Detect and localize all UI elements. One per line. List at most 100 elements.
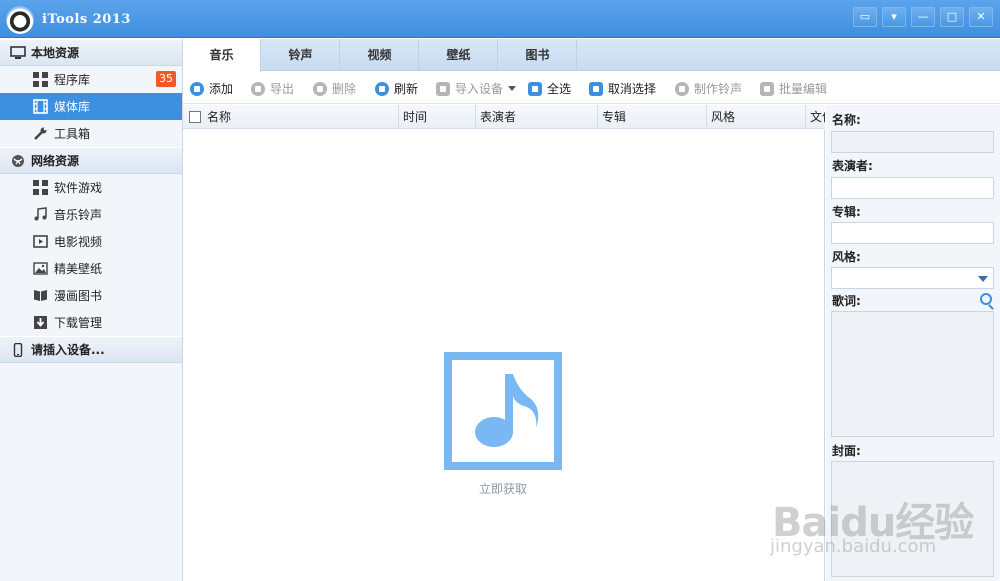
refresh-icon	[375, 81, 389, 96]
add-icon	[190, 81, 204, 96]
feedback-button[interactable]: ▭	[853, 7, 877, 27]
column-file[interactable]: 文件	[806, 105, 825, 128]
music-note-icon	[34, 207, 47, 221]
refresh-button[interactable]: 刷新	[375, 80, 418, 97]
picture-icon	[33, 262, 48, 275]
search-icon[interactable]	[980, 293, 992, 305]
column-album[interactable]: 专辑	[598, 105, 707, 128]
sidebar-item-apps-games[interactable]: 软件游戏	[0, 174, 182, 201]
export-button[interactable]: 导出	[251, 80, 294, 97]
column-artist[interactable]: 表演者	[476, 105, 598, 128]
section-label: 请插入设备...	[31, 343, 105, 357]
select-all-icon	[528, 81, 542, 96]
sidebar: 本地资源 程序库 35 媒体库 工具箱 网络资源 软件游戏 音乐铃声 电影视频 …	[0, 39, 183, 581]
sidebar-item-wallpapers[interactable]: 精美壁纸	[0, 255, 182, 282]
sidebar-item-download-manager[interactable]: 下载管理	[0, 309, 182, 336]
album-label: 专辑:	[832, 205, 861, 219]
import-device-label: 导入设备	[455, 82, 504, 96]
globe-icon	[12, 154, 24, 167]
get-music-button[interactable]	[444, 352, 562, 470]
maximize-button[interactable]: □	[940, 7, 964, 27]
section-insert-device[interactable]: 请插入设备...	[0, 336, 182, 363]
select-all-checkbox[interactable]	[189, 111, 201, 123]
name-label: 名称:	[832, 113, 861, 127]
media-tabs: 音乐 铃声 视频 壁纸 图书	[183, 39, 1000, 72]
delete-icon	[313, 81, 327, 96]
grid-icon	[33, 72, 48, 87]
deselect-icon	[589, 81, 603, 96]
tab-wallpapers[interactable]: 壁纸	[420, 39, 498, 71]
section-local-resources[interactable]: 本地资源	[0, 39, 182, 66]
chevron-down-icon[interactable]	[508, 86, 517, 91]
genre-label: 风格:	[832, 250, 861, 264]
section-network-resources[interactable]: 网络资源	[0, 147, 182, 174]
sidebar-item-label: 下载管理	[54, 316, 103, 330]
sidebar-item-label: 电影视频	[54, 235, 103, 249]
baidu-watermark: Baidu经验 jingyan.baidu.com	[762, 478, 994, 573]
watermark-sub: jingyan.baidu.com	[770, 536, 937, 557]
monitor-icon	[10, 45, 26, 59]
book-icon	[34, 290, 47, 301]
lyrics-box[interactable]	[831, 311, 994, 437]
deselect-button[interactable]: 取消选择	[589, 80, 656, 97]
artist-field[interactable]	[831, 177, 994, 199]
import-device-button[interactable]: 导入设备	[436, 80, 517, 97]
sidebar-item-music-ringtones[interactable]: 音乐铃声	[0, 201, 182, 228]
grid-icon	[33, 180, 48, 195]
section-label: 网络资源	[31, 154, 80, 168]
sidebar-item-app-library[interactable]: 程序库 35	[0, 66, 182, 93]
batch-edit-button[interactable]: 批量编辑	[760, 80, 827, 97]
sidebar-item-label: 软件游戏	[54, 181, 103, 195]
delete-button[interactable]: 删除	[313, 80, 356, 97]
phone-icon	[13, 342, 23, 357]
tab-music[interactable]: 音乐	[183, 39, 261, 72]
get-now-link[interactable]: 立即获取	[444, 480, 562, 497]
genre-select[interactable]	[831, 267, 994, 289]
import-device-icon	[436, 81, 450, 96]
album-field[interactable]	[831, 222, 994, 244]
tab-videos[interactable]: 视频	[341, 39, 419, 71]
sidebar-item-media-library[interactable]: 媒体库	[0, 93, 182, 120]
download-icon	[34, 316, 47, 329]
sidebar-item-movies-videos[interactable]: 电影视频	[0, 228, 182, 255]
music-note-icon	[475, 374, 539, 447]
cover-label: 封面:	[832, 444, 861, 458]
close-button[interactable]: ✕	[969, 7, 993, 27]
video-icon	[33, 235, 48, 248]
select-all-label: 全选	[547, 82, 572, 96]
tab-ringtones[interactable]: 铃声	[262, 39, 340, 71]
sidebar-item-label: 精美壁纸	[54, 262, 103, 276]
section-label: 本地资源	[31, 46, 80, 60]
lyrics-label: 歌词:	[832, 294, 861, 308]
film-icon	[33, 99, 48, 114]
sidebar-item-comics-books[interactable]: 漫画图书	[0, 282, 182, 309]
app-count-badge: 35	[156, 71, 176, 87]
sidebar-item-toolbox[interactable]: 工具箱	[0, 120, 182, 147]
itools-logo-icon	[6, 6, 34, 34]
column-time[interactable]: 时间	[399, 105, 476, 128]
export-icon	[251, 81, 265, 96]
make-ringtone-label: 制作铃声	[694, 82, 743, 96]
batch-edit-icon	[760, 81, 774, 96]
select-all-button[interactable]: 全选	[528, 80, 571, 97]
delete-label: 删除	[332, 82, 357, 96]
minimize-button[interactable]: —	[911, 7, 935, 27]
column-genre[interactable]: 风格	[707, 105, 806, 128]
add-button[interactable]: 添加	[190, 80, 233, 97]
tab-books[interactable]: 图书	[499, 39, 577, 71]
column-name[interactable]: 名称	[203, 105, 399, 128]
batch-edit-label: 批量编辑	[779, 82, 828, 96]
sidebar-item-label: 工具箱	[54, 127, 91, 141]
table-header: 名称 时间 表演者 专辑 风格 文件	[183, 105, 825, 129]
toolbar: 添加 导出 删除 刷新 导入设备 全选 取消选择 制作铃声 批量编辑	[183, 72, 1000, 104]
media-list: 立即获取	[183, 130, 825, 581]
sidebar-item-label: 漫画图书	[54, 289, 103, 303]
add-label: 添加	[209, 82, 234, 96]
deselect-label: 取消选择	[608, 82, 657, 96]
name-field[interactable]	[831, 131, 994, 153]
menu-button[interactable]: ▾	[882, 7, 906, 27]
app-title: iTools 2013	[42, 12, 131, 27]
make-ringtone-button[interactable]: 制作铃声	[675, 80, 742, 97]
sidebar-item-label: 音乐铃声	[54, 208, 103, 222]
make-ringtone-icon	[675, 81, 689, 96]
